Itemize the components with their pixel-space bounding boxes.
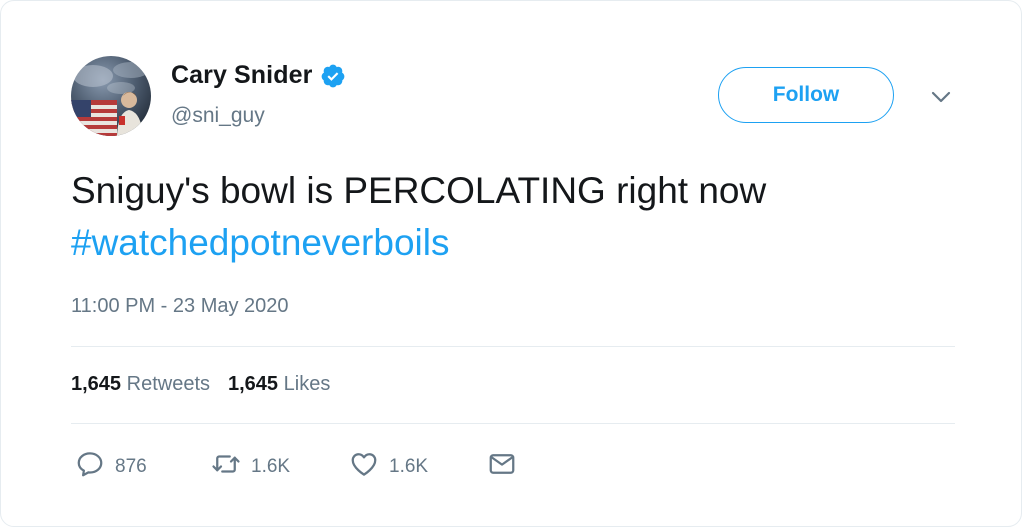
reply-count: 876 bbox=[115, 456, 147, 477]
likes-label: Likes bbox=[283, 373, 331, 395]
author-name-row: Cary Snider bbox=[171, 61, 346, 90]
retweet-button[interactable]: 1.6K bbox=[211, 449, 349, 485]
divider bbox=[71, 423, 955, 424]
chevron-down-icon[interactable] bbox=[929, 87, 953, 107]
likes-count: 1,645 bbox=[228, 373, 279, 395]
retweets-stat[interactable]: 1,645 Retweets bbox=[71, 373, 210, 396]
retweets-count: 1,645 bbox=[71, 373, 122, 395]
verified-badge-icon bbox=[320, 63, 346, 89]
avatar[interactable] bbox=[71, 56, 151, 136]
engagement-stats: 1,645 Retweets 1,645 Likes bbox=[71, 373, 330, 396]
hashtag-link[interactable]: #watchedpotneverboils bbox=[71, 222, 449, 263]
tweet-timestamp[interactable]: 11:00 PM - 23 May 2020 bbox=[71, 295, 289, 318]
retweet-count: 1.6K bbox=[251, 456, 291, 477]
divider bbox=[71, 346, 955, 347]
tweet-card: Cary Snider @sni_guy Follow Sniguy's bow… bbox=[0, 0, 1022, 527]
tweet-text: Sniguy's bowl is PERCOLATING right now #… bbox=[71, 165, 951, 269]
author-display-name[interactable]: Cary Snider bbox=[171, 61, 312, 90]
action-bar: 876 1.6K 1.6K bbox=[75, 449, 517, 485]
reply-icon bbox=[75, 449, 105, 485]
direct-message-button[interactable] bbox=[487, 449, 517, 485]
envelope-icon bbox=[487, 449, 517, 485]
retweets-label: Retweets bbox=[126, 373, 210, 395]
retweet-icon bbox=[211, 449, 241, 485]
heart-icon bbox=[349, 449, 379, 485]
like-count: 1.6K bbox=[389, 456, 429, 477]
follow-button[interactable]: Follow bbox=[718, 67, 894, 123]
likes-stat[interactable]: 1,645 Likes bbox=[228, 373, 330, 396]
like-button[interactable]: 1.6K bbox=[349, 449, 487, 485]
tweet-body: Sniguy's bowl is PERCOLATING right now bbox=[71, 170, 767, 211]
reply-button[interactable]: 876 bbox=[75, 449, 211, 485]
author-handle[interactable]: @sni_guy bbox=[171, 104, 265, 128]
